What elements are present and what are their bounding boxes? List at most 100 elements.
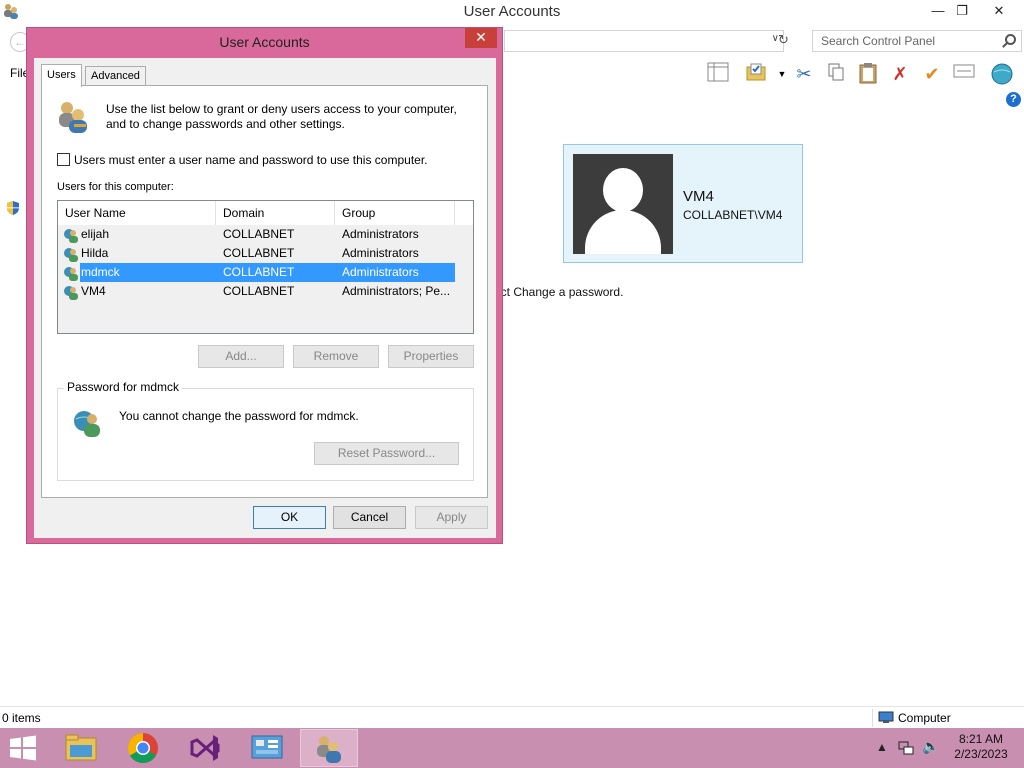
domain-cell: COLLABNET [223,246,295,260]
column-user-name[interactable]: User Name [58,201,216,225]
list-header: User Name Domain Group [58,201,473,225]
intro-line-1: Use the list below to grant or deny user… [106,102,457,116]
password-groupbox: Password for mdmck You cannot change the… [57,380,474,481]
ok-button[interactable]: OK [253,506,326,529]
toolbar: ▼ ✂ ✗ ✔ [704,60,1024,90]
user-globe-icon [64,267,78,281]
table-row[interactable]: VM4 COLLABNET Administrators; Pe... [58,282,473,301]
refresh-icon[interactable]: ↻ [778,32,789,48]
status-divider [872,709,873,727]
user-name-cell: mdmck [81,265,120,279]
layout-pane-icon[interactable] [706,62,730,86]
users-icon [59,102,87,133]
user-name-cell: Hilda [81,246,109,260]
title-bar: User Accounts — ❐ ✕ [0,0,1024,24]
delete-icon[interactable]: ✗ [888,62,912,86]
control-panel-taskbar-button[interactable] [238,729,296,767]
require-login-checkbox[interactable] [57,153,70,166]
user-tile-domain: COLLABNET\VM4 [683,208,783,222]
reset-password-button[interactable]: Reset Password... [314,442,459,465]
column-group[interactable]: Group [335,201,455,225]
intro-text: Use the list below to grant or deny user… [106,102,476,132]
address-field[interactable]: ∨ [504,30,784,52]
domain-cell: COLLABNET [223,265,295,279]
user-globe-icon [74,411,100,437]
apply-button[interactable]: Apply [415,506,488,529]
user-tile-name: VM4 [683,188,714,205]
column-domain[interactable]: Domain [216,201,335,225]
group-cell: Administrators [342,227,419,241]
user-name-cell: elijah [81,227,110,241]
status-item-count: 0 items [2,711,41,725]
require-login-option[interactable]: Users must enter a user name and passwor… [57,153,428,167]
users-list[interactable]: User Name Domain Group elijah COLLABNET … [57,200,474,334]
search-input[interactable]: Search Control Panel [812,30,1022,52]
folder-icon [65,734,97,761]
user-name-cell: VM4 [81,284,106,298]
table-row-selected[interactable]: mdmck COLLABNET Administrators [58,263,473,282]
dialog-title: User Accounts [219,34,310,50]
clock-date: 2/23/2023 [954,747,1008,761]
windows-start-icon[interactable] [6,734,40,762]
list-rows: elijah COLLABNET Administrators Hilda CO… [58,225,473,301]
uac-shield-icon [7,201,19,215]
copy-icon[interactable] [824,62,848,86]
group-cell: Administrators [342,246,419,260]
avatar-body-shape [585,210,661,254]
tab-advanced[interactable]: Advanced [85,66,146,85]
visual-studio-taskbar-button[interactable] [176,729,234,767]
close-button[interactable]: ✕ [976,0,1022,22]
file-explorer-taskbar-button[interactable] [52,729,110,767]
system-clock[interactable]: 8:21 AM 2/23/2023 [946,732,1016,762]
password-group-label: Password for mdmck [64,380,183,394]
users-tab-panel: Use the list below to grant or deny user… [41,85,488,498]
speaker-icon[interactable]: 🔈 [922,738,939,755]
domain-cell: COLLABNET [223,227,295,241]
maximize-button[interactable]: ❐ [948,0,976,22]
close-icon[interactable]: ✕ [465,28,497,48]
computer-icon [878,711,894,723]
avatar-head-shape [603,168,643,212]
remove-user-button[interactable]: Remove [293,345,379,368]
properties-icon[interactable] [952,62,976,86]
checkmark-icon[interactable]: ✔ [920,62,944,86]
user-accounts-icon [317,736,341,763]
dialog-body: Users Advanced Use the list below to gra… [34,58,496,538]
password-message: You cannot change the password for mdmck… [119,409,359,423]
properties-button[interactable]: Properties [388,345,474,368]
current-user-tile[interactable]: VM4 COLLABNET\VM4 [563,144,803,263]
chevron-down-icon[interactable]: ▼ [770,62,794,86]
globe-icon[interactable] [990,62,1014,86]
chrome-taskbar-button[interactable] [114,729,172,767]
search-placeholder: Search Control Panel [821,34,936,48]
cancel-button[interactable]: Cancel [333,506,406,529]
users-list-caption: Users for this computer: [57,181,174,193]
add-user-button[interactable]: Add... [198,345,284,368]
help-icon[interactable]: ? [1006,92,1021,107]
table-row[interactable]: elijah COLLABNET Administrators [58,225,473,244]
require-login-label: Users must enter a user name and passwor… [74,153,428,167]
user-accounts-dialog: User Accounts ✕ Users Advanced Use the l… [26,27,503,544]
tab-users[interactable]: Users [41,64,82,87]
cut-icon[interactable]: ✂ [792,62,816,86]
folder-properties-icon[interactable] [744,62,768,86]
user-globe-icon [64,248,78,262]
clock-time: 8:21 AM [958,732,1004,746]
taskbar: ▲ 🔈 8:21 AM 2/23/2023 [0,728,1024,768]
paste-icon[interactable] [856,62,880,86]
control-panel-icon [251,735,283,759]
table-row[interactable]: Hilda COLLABNET Administrators [58,244,473,263]
intro-line-2: and to change passwords and other settin… [106,117,345,131]
window-title: User Accounts [463,3,561,20]
user-globe-icon [64,286,78,300]
status-location: Computer [898,711,951,725]
group-cell: Administrators; Pe... [342,284,451,298]
hint-text: ect Change a password. [494,285,624,299]
user-accounts-taskbar-button[interactable] [300,729,358,767]
status-bar: 0 items Computer [0,706,1024,728]
chrome-icon [127,733,158,764]
search-icon[interactable] [1005,34,1016,45]
domain-cell: COLLABNET [223,284,295,298]
show-hidden-icons-chevron-up-icon[interactable]: ▲ [876,740,888,754]
network-icon[interactable] [898,741,914,755]
